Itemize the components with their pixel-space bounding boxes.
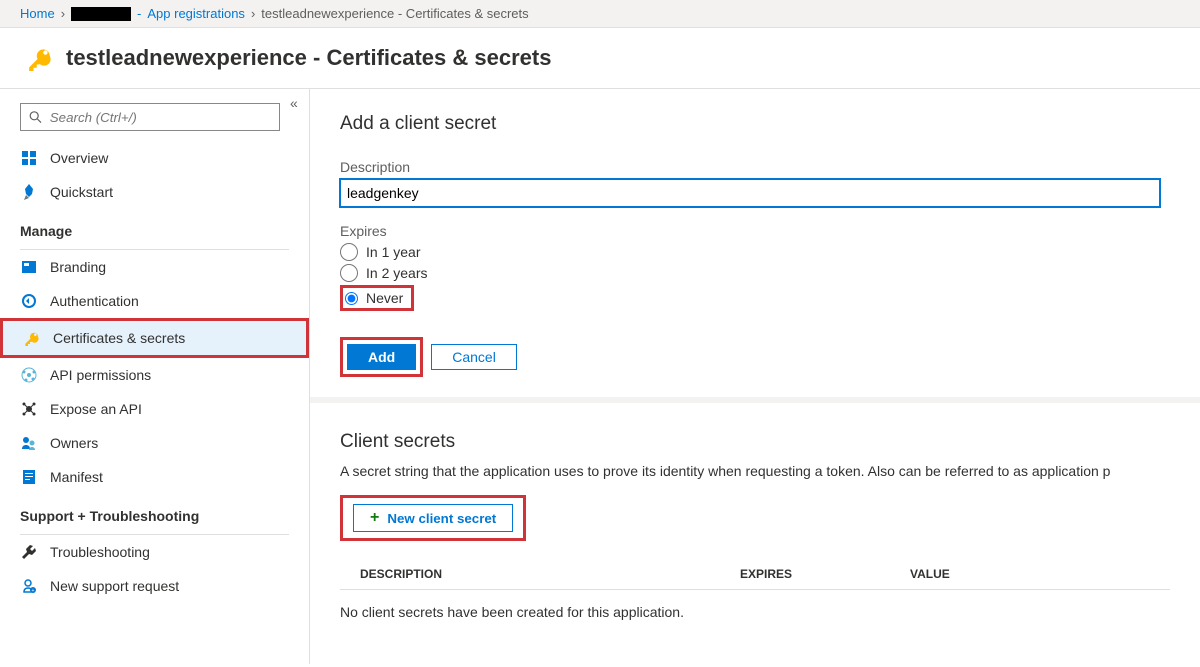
sidebar-item-label: Overview	[50, 150, 108, 166]
add-button[interactable]: Add	[347, 344, 416, 370]
sidebar-item-label: Manifest	[50, 469, 103, 485]
cancel-button[interactable]: Cancel	[431, 344, 517, 370]
sidebar-item-label: Owners	[50, 435, 98, 451]
expires-option-label: In 1 year	[366, 244, 420, 260]
wrench-icon	[20, 543, 38, 561]
key-icon	[26, 44, 54, 72]
rocket-icon	[20, 183, 38, 201]
sidebar-item-label: Troubleshooting	[50, 544, 150, 560]
collapse-icon[interactable]: «	[290, 95, 298, 111]
client-secrets-description: A secret string that the application use…	[340, 463, 1170, 479]
new-client-secret-button[interactable]: + New client secret	[353, 504, 513, 532]
page-title: testleadnewexperience - Certificates & s…	[66, 45, 551, 71]
expires-label: Expires	[340, 223, 1170, 239]
sidebar-item-label: Quickstart	[50, 184, 113, 200]
add-client-secret-form: Add a client secret Description Expires …	[310, 89, 1200, 403]
api-permissions-icon	[20, 366, 38, 384]
search-input[interactable]	[50, 110, 271, 125]
chevron-right-icon: ›	[61, 6, 65, 21]
sidebar-item-label: API permissions	[50, 367, 151, 383]
column-expires: EXPIRES	[740, 567, 910, 581]
sidebar-item-certificates-secrets[interactable]: Certificates & secrets	[0, 318, 309, 358]
breadcrumb-appreg[interactable]: App registrations	[147, 6, 245, 21]
sidebar-item-label: Branding	[50, 259, 106, 275]
sidebar-item-new-support-request[interactable]: + New support request	[0, 569, 309, 603]
expires-option-label: Never	[366, 290, 403, 306]
branding-icon	[20, 258, 38, 276]
sidebar-item-label: Authentication	[50, 293, 139, 309]
owners-icon	[20, 434, 38, 452]
section-heading-support: Support + Troubleshooting	[0, 494, 309, 530]
page-header: testleadnewexperience - Certificates & s…	[0, 28, 1200, 89]
expires-option-label: In 2 years	[366, 265, 427, 281]
authentication-icon	[20, 292, 38, 310]
overview-icon	[20, 149, 38, 167]
expires-2years-radio[interactable]	[340, 264, 358, 282]
plus-icon: +	[370, 509, 379, 527]
expose-api-icon	[20, 400, 38, 418]
new-client-secret-label: New client secret	[387, 511, 496, 526]
sidebar: « Overview Quickstart Manage Branding Au…	[0, 89, 310, 664]
client-secrets-section: Client secrets A secret string that the …	[310, 403, 1200, 662]
manifest-icon	[20, 468, 38, 486]
secrets-table-header: DESCRIPTION EXPIRES VALUE	[340, 559, 1170, 590]
svg-text:+: +	[32, 588, 35, 594]
sidebar-item-expose-api[interactable]: Expose an API	[0, 392, 309, 426]
sidebar-item-label: New support request	[50, 578, 179, 594]
expires-never-radio[interactable]	[345, 292, 358, 305]
chevron-right-icon: ›	[251, 6, 255, 21]
breadcrumb: Home › - App registrations › testleadnew…	[0, 0, 1200, 28]
form-title: Add a client secret	[340, 113, 1170, 135]
support-icon: +	[20, 577, 38, 595]
key-icon	[23, 329, 41, 347]
description-label: Description	[340, 159, 1170, 175]
sidebar-item-quickstart[interactable]: Quickstart	[0, 175, 309, 209]
client-secrets-title: Client secrets	[340, 431, 1170, 453]
search-box[interactable]	[20, 103, 280, 131]
secrets-empty-state: No client secrets have been created for …	[340, 590, 1170, 634]
sidebar-item-troubleshooting[interactable]: Troubleshooting	[0, 535, 309, 569]
column-value: VALUE	[910, 567, 950, 581]
section-heading-manage: Manage	[0, 209, 309, 245]
column-description: DESCRIPTION	[360, 567, 740, 581]
sidebar-item-manifest[interactable]: Manifest	[0, 460, 309, 494]
breadcrumb-current: testleadnewexperience - Certificates & s…	[261, 6, 528, 21]
sidebar-item-owners[interactable]: Owners	[0, 426, 309, 460]
sidebar-item-branding[interactable]: Branding	[0, 250, 309, 284]
expires-1year-radio[interactable]	[340, 243, 358, 261]
search-icon	[29, 110, 42, 124]
breadcrumb-home[interactable]: Home	[20, 6, 55, 21]
sidebar-item-api-permissions[interactable]: API permissions	[0, 358, 309, 392]
sidebar-item-overview[interactable]: Overview	[0, 141, 309, 175]
sidebar-item-authentication[interactable]: Authentication	[0, 284, 309, 318]
description-input[interactable]	[340, 179, 1160, 207]
sidebar-item-label: Expose an API	[50, 401, 142, 417]
sidebar-item-label: Certificates & secrets	[53, 330, 185, 346]
redacted-segment	[71, 7, 131, 21]
main-content: Add a client secret Description Expires …	[310, 89, 1200, 664]
